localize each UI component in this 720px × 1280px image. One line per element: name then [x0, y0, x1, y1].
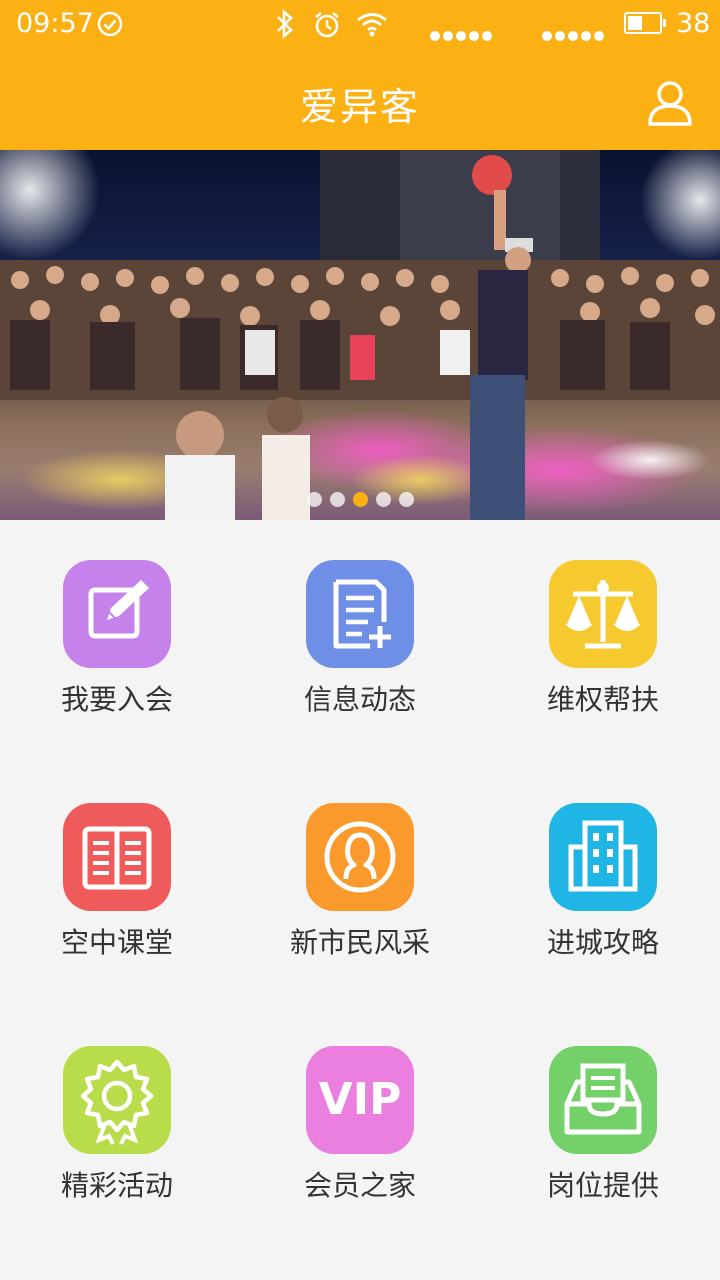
- building-icon: [549, 803, 657, 911]
- menu-item-label: 岗位提供: [546, 1169, 659, 1202]
- wifi-icon: [357, 13, 387, 37]
- menu-item[interactable]: 维权帮扶: [486, 520, 720, 763]
- signal-2-icon: [542, 17, 607, 48]
- battery-icon: [624, 12, 666, 34]
- menu-item-label: 进城攻略: [546, 926, 659, 959]
- vip-icon: VIP: [306, 1046, 414, 1154]
- menu-item-label: 会员之家: [303, 1169, 416, 1202]
- menu-item[interactable]: 我要入会: [0, 520, 240, 763]
- menu-item-label: 新市民风采: [289, 926, 430, 959]
- menu-item-label: 我要入会: [60, 683, 173, 716]
- menu-item-label: 空中课堂: [60, 926, 173, 959]
- menu-item[interactable]: 进城攻略: [486, 763, 720, 1006]
- vip-icon-text: VIP: [318, 1074, 402, 1125]
- carousel-dot[interactable]: [375, 492, 391, 507]
- carousel-dot[interactable]: [329, 492, 345, 507]
- menu-item[interactable]: VIP 会员之家: [243, 1006, 483, 1249]
- header: 爱异客: [0, 50, 720, 150]
- alarm-icon: [315, 11, 339, 38]
- signal-1-icon: [430, 17, 495, 48]
- menu-item-label: 精彩活动: [60, 1169, 173, 1202]
- menu-grid: 我要入会 信息动态 维权帮扶空中课堂 新市民风采 进城攻略精彩活动 VIP 会员之家 岗位提供: [0, 520, 720, 1280]
- person-icon: [306, 803, 414, 911]
- carousel-dot[interactable]: [352, 492, 368, 507]
- banner-carousel[interactable]: [0, 150, 720, 520]
- app-title: 爱异客: [299, 85, 420, 129]
- scales-icon: [549, 560, 657, 668]
- bluetooth-icon: [277, 9, 293, 39]
- menu-item[interactable]: 岗位提供: [486, 1006, 720, 1249]
- status-time: 09:57: [16, 8, 94, 39]
- carousel-dot[interactable]: [306, 492, 322, 507]
- inbox-icon: [549, 1046, 657, 1154]
- menu-item[interactable]: 信息动态: [243, 520, 483, 763]
- book-icon: [63, 803, 171, 911]
- carousel-pager: [0, 492, 720, 511]
- menu-item[interactable]: 新市民风采: [243, 763, 483, 1006]
- user-profile-icon[interactable]: [645, 78, 695, 128]
- menu-item[interactable]: 精彩活动: [0, 1006, 240, 1249]
- menu-item-label: 信息动态: [303, 683, 416, 716]
- menu-item-label: 维权帮扶: [546, 683, 659, 716]
- award-icon: [63, 1046, 171, 1154]
- banner-image: [0, 150, 720, 520]
- battery-level: 38: [676, 8, 711, 39]
- menu-item[interactable]: 空中课堂: [0, 763, 240, 1006]
- edit-icon: [63, 560, 171, 668]
- check-circle-icon: [97, 11, 123, 37]
- carousel-dot[interactable]: [398, 492, 414, 507]
- status-bar: 09:57 38: [0, 0, 720, 50]
- document-add-icon: [306, 560, 414, 668]
